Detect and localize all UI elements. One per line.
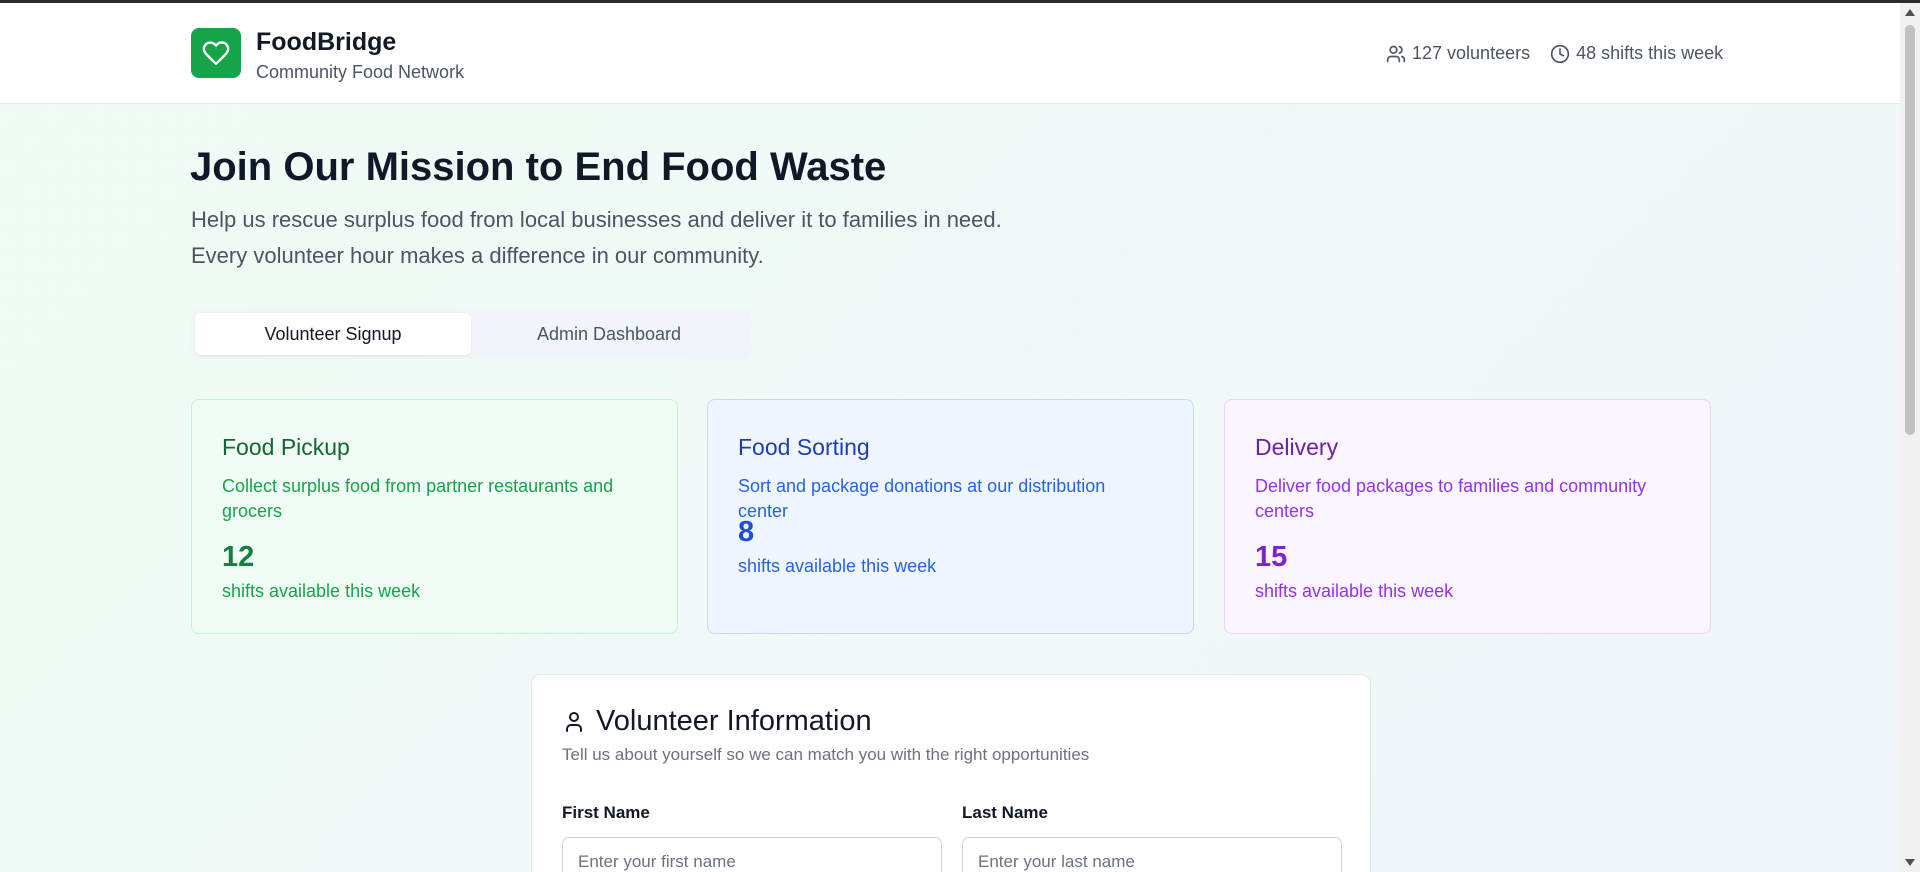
first-name-label: First Name bbox=[562, 803, 650, 822]
tab-list: Volunteer Signup Admin Dashboard bbox=[191, 309, 751, 359]
volunteers-count: 127 volunteers bbox=[1412, 43, 1531, 63]
hero-description: Help us rescue surplus food from local b… bbox=[191, 202, 1091, 274]
brand-name: FoodBridge bbox=[256, 28, 397, 56]
card-title: Food Pickup bbox=[222, 434, 350, 460]
hero-line-2: Every volunteer hour makes a difference … bbox=[191, 243, 764, 268]
tab-admin-dashboard[interactable]: Admin Dashboard bbox=[471, 313, 747, 355]
last-name-input[interactable] bbox=[962, 837, 1342, 872]
volunteers-stat: 127 volunteers bbox=[1386, 43, 1530, 64]
scrollbar-thumb[interactable] bbox=[1905, 25, 1915, 435]
card-title: Delivery bbox=[1255, 434, 1339, 460]
card-description: Deliver food packages to families and co… bbox=[1255, 476, 1647, 521]
scroll-up-arrow-icon[interactable] bbox=[1905, 9, 1915, 16]
form-title-text: Volunteer Information bbox=[596, 705, 872, 737]
shift-count-label: shifts available this week bbox=[738, 556, 937, 576]
users-icon bbox=[1386, 45, 1406, 62]
user-icon bbox=[566, 711, 582, 732]
shifts-stat: 48 shifts this week bbox=[1550, 43, 1723, 64]
shifts-count: 48 shifts this week bbox=[1576, 43, 1724, 63]
heart-icon bbox=[202, 41, 230, 66]
shift-count: 8 bbox=[738, 516, 755, 548]
card-food-sorting: Food Sorting Sort and package donations … bbox=[707, 399, 1194, 634]
logo bbox=[191, 28, 241, 78]
shift-count: 12 bbox=[222, 541, 255, 573]
card-description: Collect surplus food from partner restau… bbox=[222, 476, 614, 521]
volunteer-info-form: Volunteer Information Tell us about your… bbox=[531, 674, 1371, 872]
last-name-label: Last Name bbox=[962, 803, 1048, 822]
shift-count: 15 bbox=[1255, 541, 1288, 573]
page-title: Join Our Mission to End Food Waste bbox=[190, 145, 887, 189]
tab-volunteer-signup[interactable]: Volunteer Signup bbox=[195, 313, 471, 355]
app-header: FoodBridge Community Food Network 127 vo… bbox=[0, 3, 1900, 104]
first-name-input[interactable] bbox=[562, 837, 942, 872]
card-description: Sort and package donations at our distri… bbox=[738, 476, 1106, 521]
scroll-down-arrow-icon[interactable] bbox=[1905, 859, 1915, 866]
clock-icon bbox=[1550, 44, 1570, 63]
window-top-border bbox=[0, 0, 1920, 3]
header-stats: 127 volunteers 48 shifts this week bbox=[1386, 43, 1723, 64]
card-title: Food Sorting bbox=[738, 434, 870, 460]
brand-subtitle: Community Food Network bbox=[256, 62, 465, 82]
shift-count-label: shifts available this week bbox=[1255, 581, 1454, 601]
hero-line-1: Help us rescue surplus food from local b… bbox=[191, 207, 1002, 232]
form-subtitle: Tell us about yourself so we can match y… bbox=[562, 745, 1090, 764]
card-delivery: Delivery Deliver food packages to famili… bbox=[1224, 399, 1711, 634]
shift-count-label: shifts available this week bbox=[222, 581, 421, 601]
card-food-pickup: Food Pickup Collect surplus food from pa… bbox=[191, 399, 678, 634]
scrollbar[interactable] bbox=[1900, 3, 1920, 872]
form-title: Volunteer Information bbox=[562, 705, 872, 738]
